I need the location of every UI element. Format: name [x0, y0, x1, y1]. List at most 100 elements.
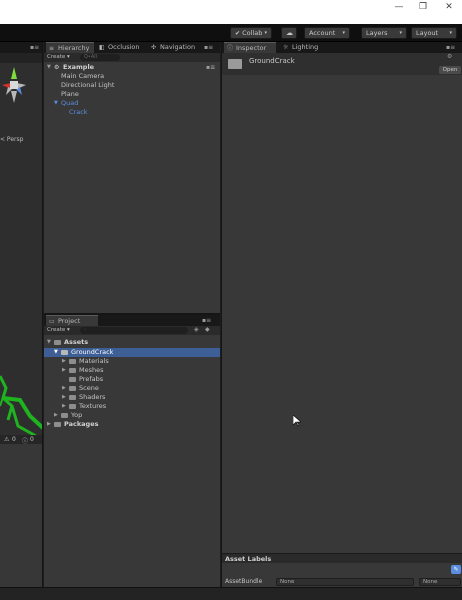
list-item[interactable]: Directional Light: [44, 81, 220, 90]
expand-arrow-icon[interactable]: ▶: [62, 384, 66, 393]
list-item[interactable]: ▼ Quad: [44, 99, 220, 108]
filter-label-icon[interactable]: ◆: [205, 326, 210, 333]
tree-folder-row[interactable]: ▶ Meshes: [44, 366, 220, 375]
lock-icon[interactable]: ▪≡: [446, 44, 455, 51]
tab-inspector[interactable]: ⓘ Inspector: [224, 42, 276, 53]
search-input[interactable]: Q•All: [80, 54, 120, 61]
tree-groundcrack[interactable]: ▼ GroundCrack: [44, 348, 220, 357]
item-main-camera: Main Camera: [61, 72, 105, 80]
folder-icon: [54, 422, 61, 427]
tab-lighting[interactable]: ☼ Lighting: [280, 42, 326, 53]
layers-dropdown[interactable]: Layers ▾: [361, 27, 407, 39]
asset-bundle-bar: AssetBundle None None: [222, 577, 462, 587]
tree-scene-label: Scene: [79, 384, 99, 392]
tag-icon[interactable]: ✎: [451, 565, 461, 574]
perspective-label[interactable]: < Persp: [0, 136, 30, 143]
expand-arrow-icon[interactable]: ▶: [62, 357, 66, 366]
tree-textures-label: Textures: [79, 402, 107, 410]
tab-navigation-label: Navigation: [160, 43, 196, 51]
tab-hierarchy[interactable]: ≡ Hierarchy: [46, 42, 94, 53]
tree-assets-label: Assets: [64, 338, 89, 346]
item-crack: Crack: [69, 108, 88, 116]
tree-folder-row[interactable]: ▶ Shaders: [44, 393, 220, 402]
tree-shaders-label: Shaders: [79, 393, 106, 401]
expand-arrow-icon[interactable]: ▶: [62, 402, 66, 411]
expand-arrow-icon[interactable]: ▶: [62, 393, 66, 402]
tree-packages-label: Packages: [64, 420, 99, 428]
panel-menu-icon[interactable]: ▪≡: [30, 44, 39, 51]
labels-bar: ✎: [222, 563, 462, 577]
expand-arrow-icon[interactable]: ▼: [47, 338, 51, 347]
error-count: 0: [30, 436, 34, 443]
project-toolbar: Create ▾ ◦ ◈ ◆: [44, 326, 220, 335]
tab-occlusion-label: Occlusion: [108, 43, 140, 51]
tab-occlusion[interactable]: ◧ Occlusion: [96, 42, 146, 53]
asset-variant-dropdown[interactable]: None: [419, 578, 461, 586]
asset-bundle-label: AssetBundle: [225, 578, 263, 585]
tree-folder-row[interactable]: ▶ Textures: [44, 402, 220, 411]
tree-packages[interactable]: ▶ Packages: [44, 420, 220, 429]
layout-label: Layout: [416, 29, 439, 37]
hierarchy-panel: ≡ Hierarchy ◧ Occlusion ✣ Navigation ▪≡ …: [44, 42, 220, 314]
folder-icon: [69, 359, 76, 364]
create-button[interactable]: Create ▾: [47, 54, 70, 60]
folder-icon: [69, 404, 76, 409]
tree-meshes-label: Meshes: [79, 366, 104, 374]
minimize-button[interactable]: —: [386, 0, 412, 14]
expand-arrow-icon[interactable]: ▼: [47, 63, 51, 72]
tree-materials-label: Materials: [79, 357, 109, 365]
search-input[interactable]: ◦: [80, 327, 188, 334]
expand-arrow-icon[interactable]: ▼: [54, 99, 58, 108]
expand-arrow-icon[interactable]: ▶: [62, 366, 66, 375]
tab-project[interactable]: ▭ Project: [46, 315, 98, 326]
warning-icon[interactable]: ⚠: [4, 436, 9, 443]
tab-navigation[interactable]: ✣ Navigation: [148, 42, 204, 53]
folder-icon: [69, 386, 76, 391]
account-dropdown[interactable]: Account ▾: [304, 27, 350, 39]
scene-options-icon[interactable]: ▪≡: [206, 63, 215, 72]
asset-bundle-dropdown[interactable]: None: [276, 578, 414, 586]
layout-dropdown[interactable]: Layout ▾: [411, 27, 457, 39]
lock-icon[interactable]: ▪≡: [202, 317, 211, 324]
collab-button[interactable]: ✔ Collab ▾: [230, 27, 272, 39]
folder-icon: [228, 59, 242, 69]
scene-root-row[interactable]: ▼ ⚙ Example ▪≡: [44, 63, 220, 72]
item-quad: Quad: [61, 99, 79, 107]
maximize-button[interactable]: ❐: [410, 0, 436, 14]
close-button[interactable]: ✕: [436, 0, 462, 14]
lock-icon[interactable]: ▪≡: [204, 44, 213, 51]
chevron-down-icon: ▾: [264, 30, 267, 36]
window-title-bar: — ❐ ✕: [0, 0, 462, 24]
open-button[interactable]: Open: [439, 66, 461, 74]
expand-arrow-icon[interactable]: ▶: [54, 411, 58, 420]
scene-viewport[interactable]: < Persp: [0, 63, 43, 436]
expand-arrow-icon[interactable]: ▼: [54, 348, 58, 357]
inspector-tab-strip: ⓘ Inspector ☼ Lighting ▪≡: [222, 42, 462, 53]
filter-type-icon[interactable]: ◈: [194, 326, 199, 333]
list-item[interactable]: Crack: [44, 108, 220, 117]
cloud-button[interactable]: ☁: [281, 27, 297, 39]
tree-folder-row[interactable]: ▶ Materials: [44, 357, 220, 366]
scene-gizmo-icon[interactable]: [0, 63, 43, 143]
folder-icon: [69, 368, 76, 373]
occlusion-icon: ◧: [99, 44, 105, 51]
asset-name: GroundCrack: [249, 57, 295, 65]
cloud-icon: ☁: [286, 29, 293, 37]
list-item[interactable]: Plane: [44, 90, 220, 99]
asset-labels-header: Asset Labels: [222, 553, 462, 563]
tree-assets[interactable]: ▼ Assets: [44, 338, 220, 347]
tree-folder-row[interactable]: ▶ Yop: [44, 411, 220, 420]
list-item[interactable]: Main Camera: [44, 72, 220, 81]
layers-label: Layers: [366, 29, 388, 37]
scene-name: Example: [63, 63, 95, 71]
tree-folder-row[interactable]: ▶ Scene: [44, 384, 220, 393]
tree-folder-row[interactable]: Prefabs: [44, 375, 220, 384]
console-area: [0, 444, 42, 587]
create-label: Create: [47, 327, 66, 333]
project-tab-strip: ▭ Project ▪≡: [44, 315, 220, 326]
scene-view-panel: ▪≡ < Persp ⚠ 0 ⓘ 0: [0, 42, 43, 587]
create-button[interactable]: Create ▾: [47, 327, 70, 333]
settings-icon[interactable]: ⚙: [447, 53, 452, 60]
asset-variant-value: None: [423, 579, 438, 585]
expand-arrow-icon[interactable]: ▶: [47, 420, 51, 429]
